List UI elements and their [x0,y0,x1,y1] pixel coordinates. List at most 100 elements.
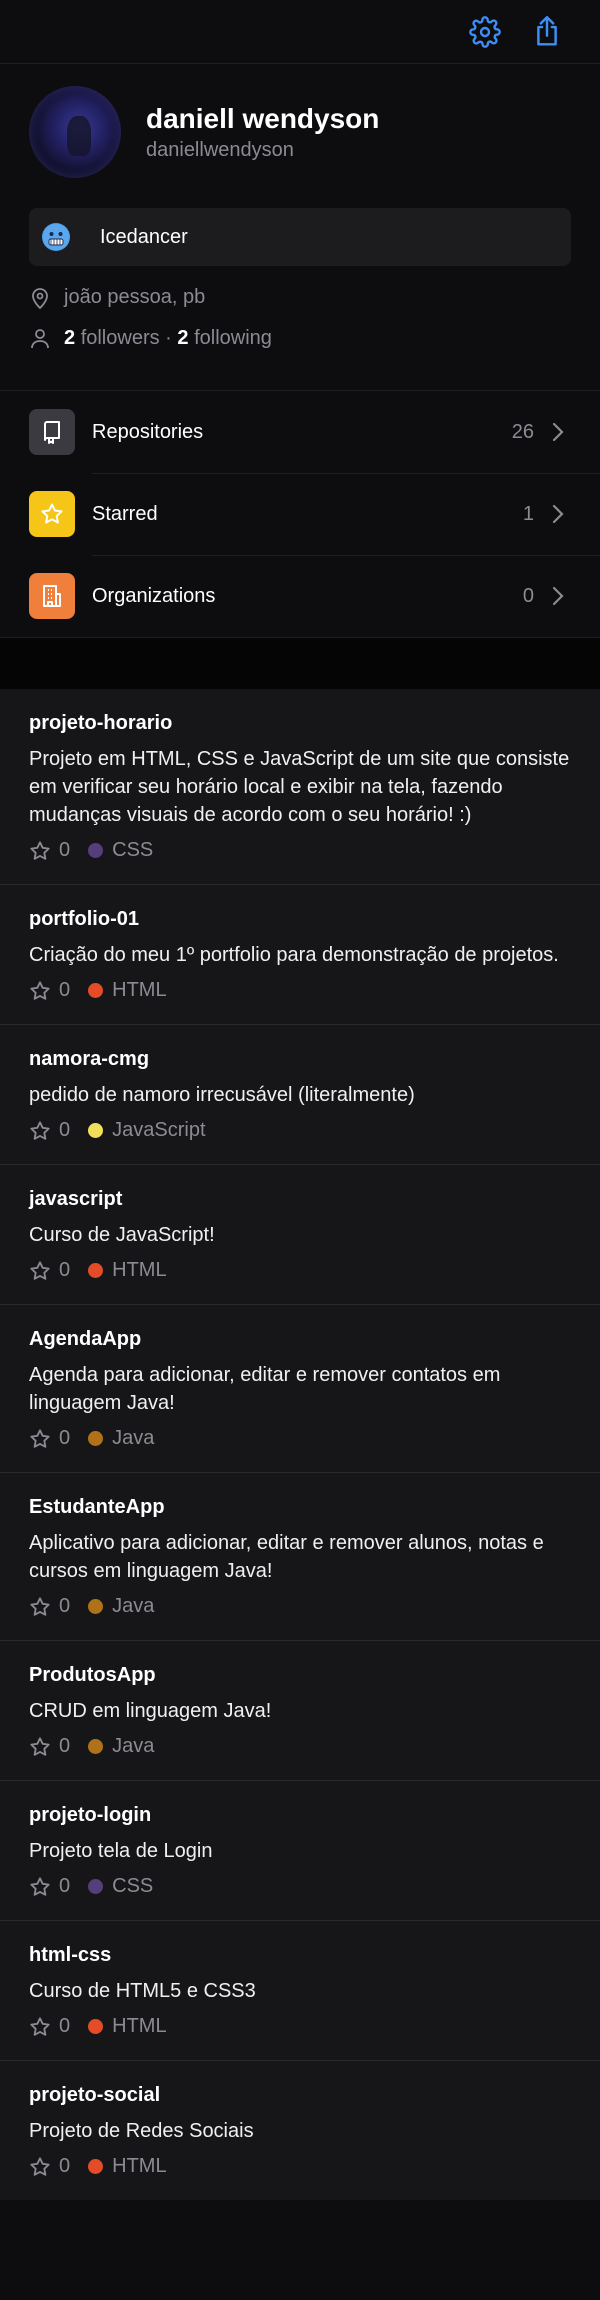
star-outline-icon [29,840,51,862]
repo-name[interactable]: ProdutosApp [29,1663,571,1687]
repo-language: Java [112,1735,155,1757]
repo-language: JavaScript [112,1119,206,1141]
repo-name[interactable]: namora-cmg [29,1047,571,1071]
repo-name[interactable]: portfolio-01 [29,907,571,931]
following-label: following [194,327,272,349]
star-outline-icon [29,2016,51,2038]
menu-item-repositories[interactable]: Repositories 26 [0,391,600,473]
building-icon [29,573,75,619]
repo-star-count: 0 [59,2155,71,2177]
person-icon [29,328,51,350]
repo-meta: 0 HTML [29,1259,571,1282]
repo-name[interactable]: AgendaApp [29,1327,571,1351]
repo-star-count: 0 [59,2015,71,2037]
repo-description: Projeto em HTML, CSS e JavaScript de um … [29,748,570,826]
language-color-dot [88,2019,104,2034]
section-divider [0,637,600,689]
chevron-right-icon [552,422,566,442]
repo-language: HTML [112,2015,167,2037]
repo-list-item[interactable]: ProdutosApp CRUD em linguagem Java! 0 Ja… [0,1641,600,1781]
menu-count-starred: 1 [522,502,534,525]
star-outline-icon [29,1876,51,1898]
repo-list-item[interactable]: html-css Curso de HTML5 e CSS3 0 HTML [0,1921,600,2061]
repo-description: CRUD em linguagem Java! [29,1700,272,1722]
repo-meta: 0 HTML [29,2155,571,2178]
repository-list: projeto-horario Projeto em HTML, CSS e J… [0,689,600,2200]
repo-name[interactable]: html-css [29,1943,571,1967]
repo-star-count: 0 [59,979,71,1001]
status-text: Icedancer [100,225,188,248]
repo-description: Criação do meu 1º portfolio para demonst… [29,944,559,966]
location-pin-icon [29,287,51,309]
repo-list-item[interactable]: projeto-horario Projeto em HTML, CSS e J… [0,689,600,885]
language-color-dot [88,983,104,998]
repo-meta: 0 JavaScript [29,1119,571,1142]
repo-meta: 0 Java [29,1595,571,1618]
repo-description: Projeto tela de Login [29,1840,213,1862]
profile-header: daniell wendyson daniellwendyson Icedanc… [0,64,600,390]
repo-language: HTML [112,979,167,1001]
followers-row[interactable]: 2 followers · 2 following [29,327,571,350]
repo-description: Curso de JavaScript! [29,1224,215,1246]
language-color-dot [88,1263,104,1278]
chevron-right-icon [552,586,566,606]
share-icon[interactable] [530,15,564,49]
star-outline-icon [29,1120,51,1142]
repo-list-item[interactable]: portfolio-01 Criação do meu 1º portfolio… [0,885,600,1025]
star-outline-icon [29,980,51,1002]
repo-star-count: 0 [59,839,71,861]
repo-list-item[interactable]: projeto-social Projeto de Redes Sociais … [0,2061,600,2200]
menu-item-organizations[interactable]: Organizations 0 [0,555,600,637]
repo-name[interactable]: projeto-login [29,1803,571,1827]
repo-meta: 0 Java [29,1735,571,1758]
repo-list-item[interactable]: projeto-login Projeto tela de Login 0 CS… [0,1781,600,1921]
star-outline-icon [29,1428,51,1450]
menu-label-starred: Starred [92,502,158,525]
repo-language: CSS [112,1875,154,1897]
cold-face-emoji-icon [42,223,70,251]
repo-description: Aplicativo para adicionar, editar e remo… [29,1532,544,1582]
profile-menu: Repositories 26 Starred 1 Organizations … [0,390,600,637]
repo-language: Java [112,1595,155,1617]
repo-list-item[interactable]: AgendaApp Agenda para adicionar, editar … [0,1305,600,1473]
repo-meta: 0 Java [29,1427,571,1450]
repo-language: Java [112,1427,155,1449]
gear-icon[interactable] [468,15,502,49]
repo-meta: 0 HTML [29,2015,571,2038]
repo-description: Curso de HTML5 e CSS3 [29,1980,256,2002]
repo-language: CSS [112,839,154,861]
repo-description: Agenda para adicionar, editar e remover … [29,1364,501,1414]
repo-name[interactable]: javascript [29,1187,571,1211]
language-color-dot [88,2159,104,2174]
star-outline-icon [29,1260,51,1282]
repo-name[interactable]: EstudanteApp [29,1495,571,1519]
language-color-dot [88,1879,104,1894]
language-color-dot [88,1739,104,1754]
menu-label-organizations: Organizations [92,584,216,607]
status-box[interactable]: Icedancer [29,208,571,266]
menu-count-organizations: 0 [522,584,534,607]
repo-star-count: 0 [59,1119,71,1141]
avatar[interactable] [29,86,121,178]
menu-count-repositories: 26 [511,420,534,443]
location-text: joão pessoa, pb [64,286,206,308]
star-icon [29,491,75,537]
top-bar [0,0,600,64]
repo-star-count: 0 [59,1427,71,1449]
menu-item-starred[interactable]: Starred 1 [0,473,600,555]
profile-full-name: daniell wendyson [146,103,380,134]
repo-star-count: 0 [59,1875,71,1897]
repo-name[interactable]: projeto-horario [29,711,571,735]
repo-meta: 0 CSS [29,1875,571,1898]
repo-language: HTML [112,2155,167,2177]
repo-description: Projeto de Redes Sociais [29,2120,254,2142]
star-outline-icon [29,1596,51,1618]
repo-list-item[interactable]: javascript Curso de JavaScript! 0 HTML [0,1165,600,1305]
language-color-dot [88,1599,104,1614]
repo-meta: 0 HTML [29,979,571,1002]
repo-name[interactable]: projeto-social [29,2083,571,2107]
repo-list-item[interactable]: namora-cmg pedido de namoro irrecusável … [0,1025,600,1165]
language-color-dot [88,1431,104,1446]
repo-list-item[interactable]: EstudanteApp Aplicativo para adicionar, … [0,1473,600,1641]
language-color-dot [88,1123,104,1138]
